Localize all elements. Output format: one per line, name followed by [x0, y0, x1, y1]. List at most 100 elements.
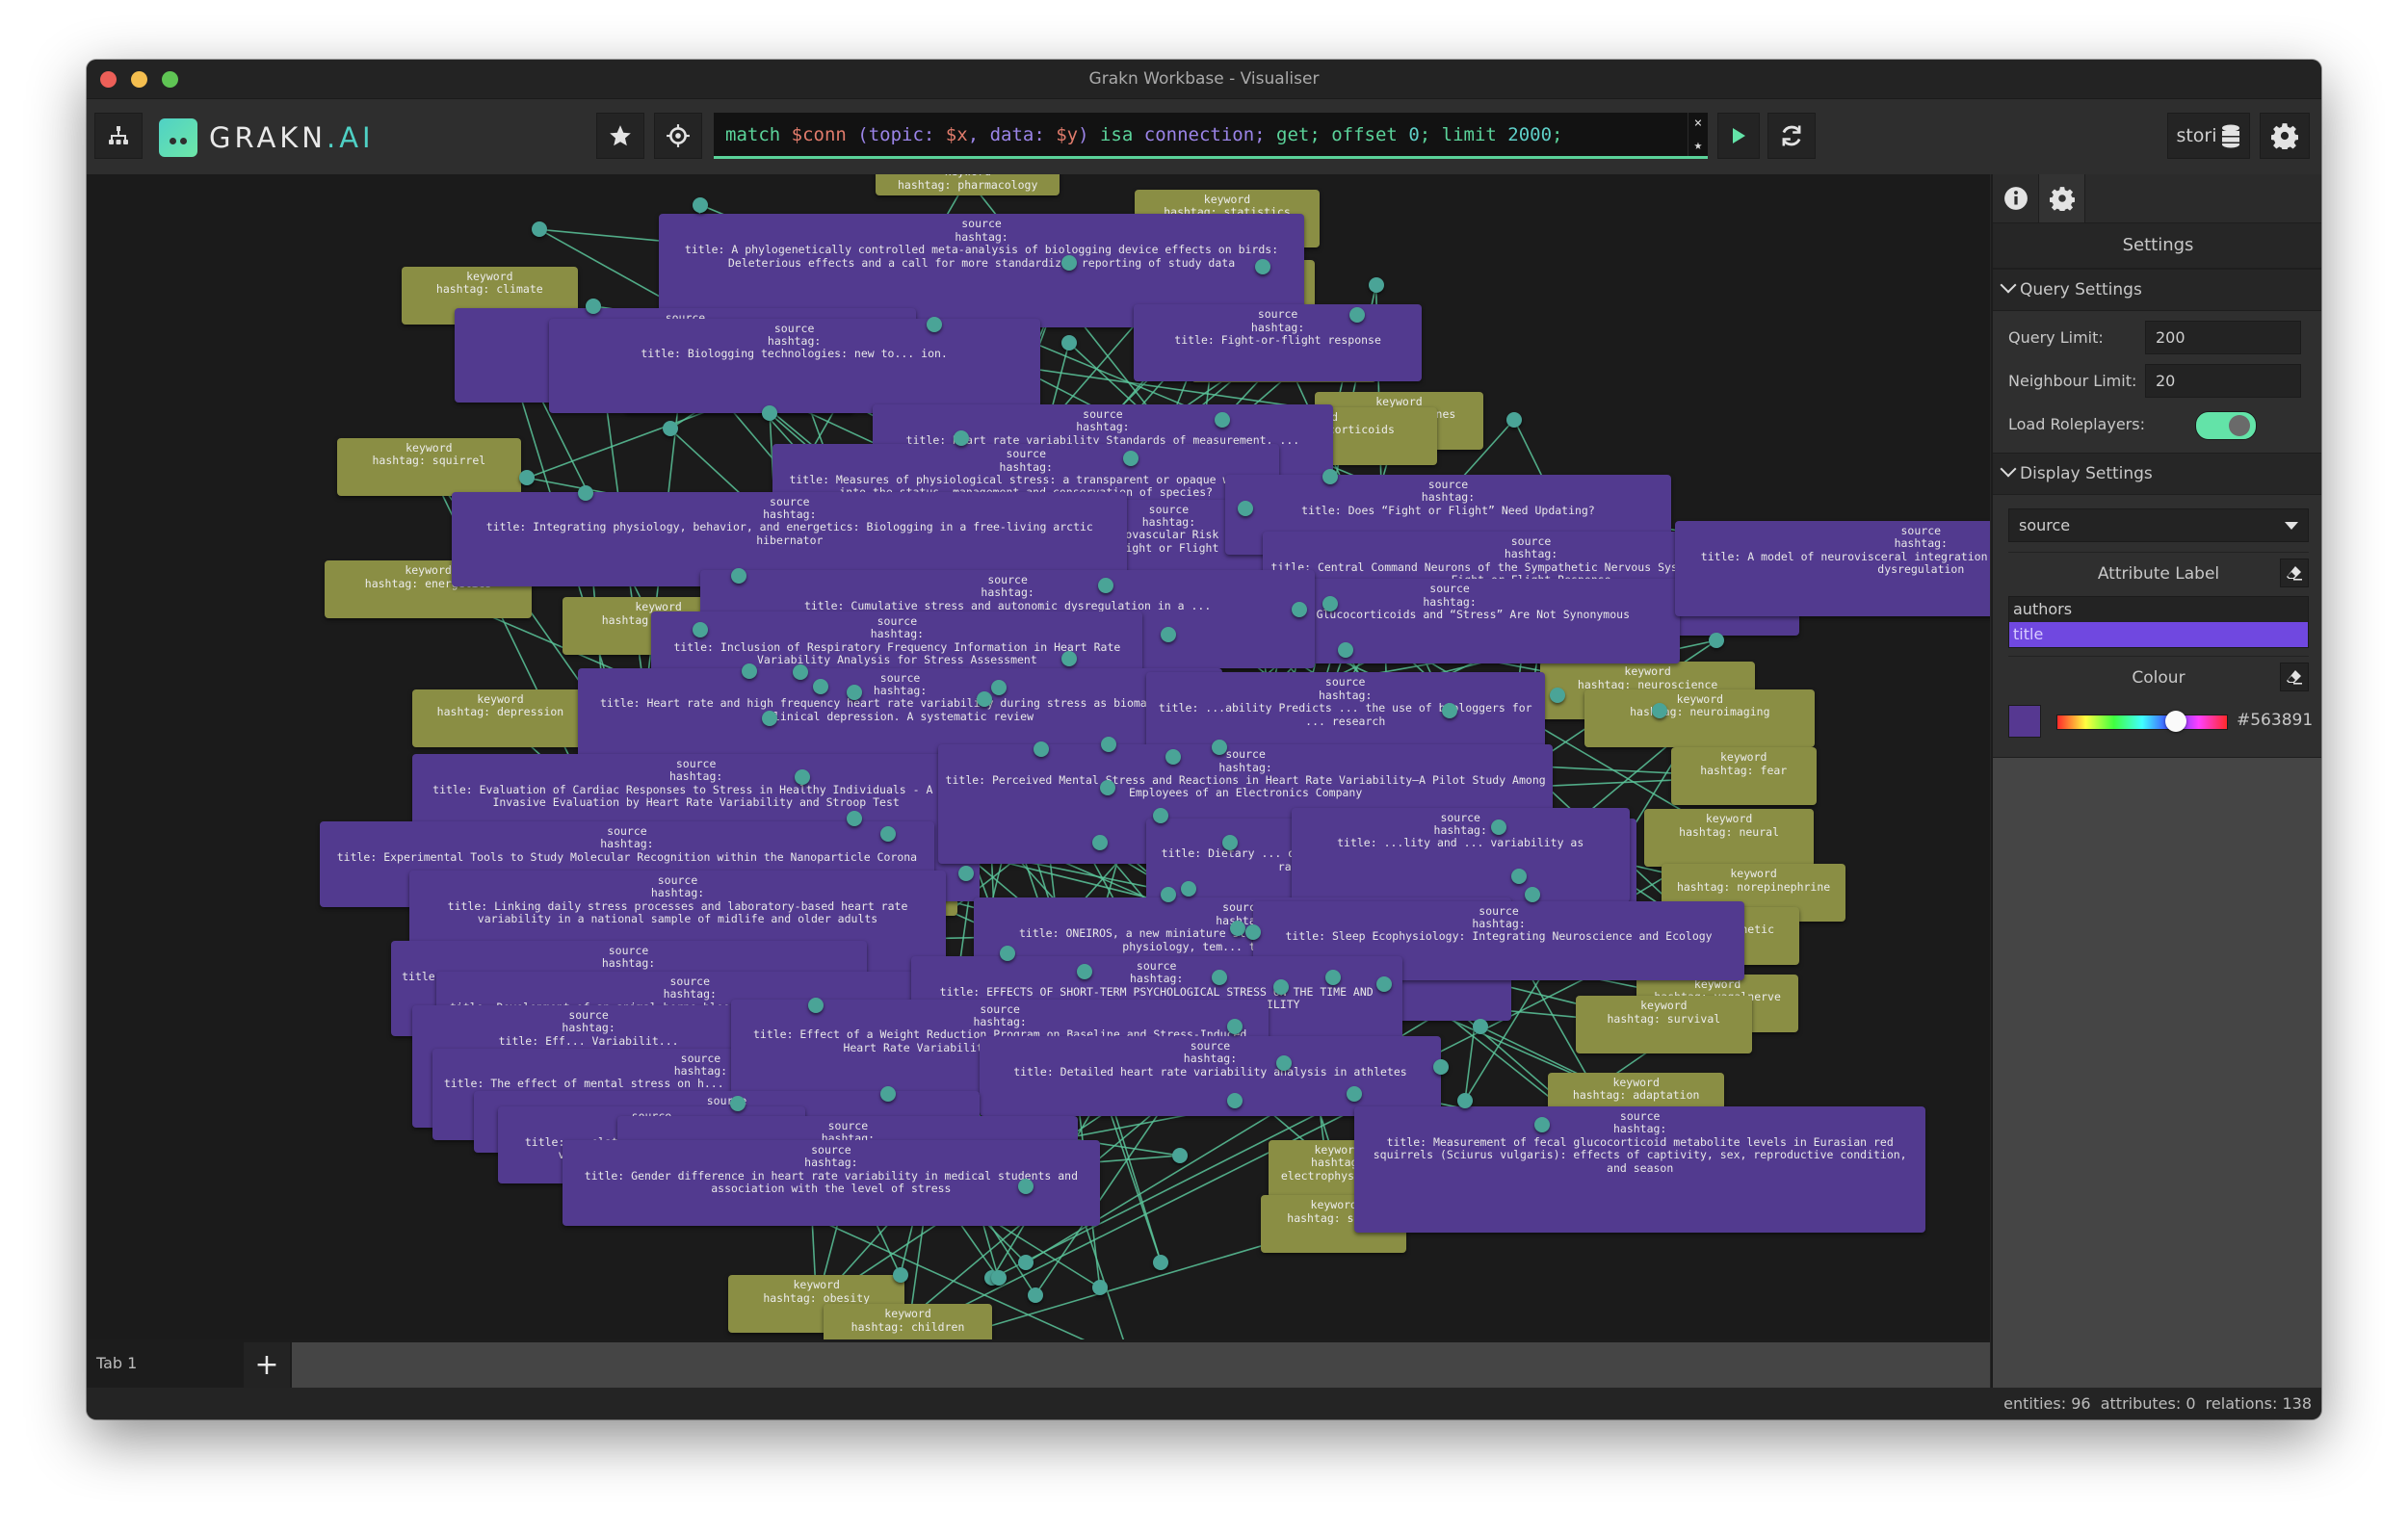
connection-relation-node[interactable]: [1091, 1279, 1108, 1295]
connection-relation-node[interactable]: [1245, 923, 1262, 940]
neighbour-limit-input[interactable]: 20: [2145, 364, 2301, 398]
source-node[interactable]: source hashtag: title: Biologging technolo…: [548, 318, 1040, 414]
connection-relation-node[interactable]: [1254, 258, 1270, 274]
type-select[interactable]: source: [2008, 508, 2309, 542]
connection-relation-node[interactable]: [958, 866, 975, 881]
connection-relation-node[interactable]: [1549, 688, 1565, 704]
connection-relation-node[interactable]: [1099, 779, 1115, 795]
connection-relation-node[interactable]: [977, 690, 993, 707]
connection-relation-node[interactable]: [807, 997, 824, 1013]
connection-relation-node[interactable]: [1161, 626, 1177, 642]
keyword-node[interactable]: keyword hashtag: fear: [1670, 747, 1817, 806]
node-hashtag-label: hashtag:: [873, 684, 928, 698]
colour-swatch[interactable]: [2008, 705, 2041, 738]
connection-relation-node[interactable]: [794, 768, 810, 785]
display-settings-toggle[interactable]: Display Settings: [1993, 453, 2321, 495]
connection-relation-node[interactable]: [892, 1267, 908, 1284]
graph-canvas[interactable]: keywordhashtag: pharmacology keywordhasht…: [87, 174, 1990, 1339]
tab-settings[interactable]: [2039, 174, 2085, 222]
connection-relation-node[interactable]: [1510, 869, 1527, 885]
connection-relation-node[interactable]: [1375, 975, 1392, 992]
query-editor[interactable]: match $conn (topic: $x, data: $y) isa co…: [714, 113, 1708, 159]
keyword-node[interactable]: keyword hashtag: depression: [411, 689, 589, 747]
connection-relation-node[interactable]: [1000, 945, 1016, 961]
add-favourite-icon[interactable]: ★: [1694, 138, 1702, 153]
connection-relation-node[interactable]: [926, 317, 942, 333]
connection-relation-node[interactable]: [990, 680, 1007, 696]
attribute-option-title[interactable]: title: [2009, 622, 2308, 647]
connection-relation-node[interactable]: [1027, 1287, 1043, 1303]
connection-relation-node[interactable]: [846, 810, 862, 826]
source-node[interactable]: source hashtag: title: Detailed heart rate…: [980, 1035, 1441, 1116]
source-node[interactable]: source hashtag: title: A model of neurovis…: [1675, 520, 1990, 616]
tab-info[interactable]: [1993, 174, 2039, 222]
connection-relation-node[interactable]: [1018, 1178, 1034, 1194]
favourite-queries-button[interactable]: [596, 113, 644, 159]
connection-relation-node[interactable]: [1533, 1117, 1550, 1133]
connection-relation-node[interactable]: [1181, 880, 1197, 897]
node-attribute-label: hashtag: survival: [1607, 1011, 1721, 1026]
schema-design-button[interactable]: [94, 113, 143, 159]
keyword-node[interactable]: keyword hashtag: neuroimaging: [1584, 689, 1816, 747]
connection-relation-node[interactable]: [662, 421, 678, 437]
connection-relation-node[interactable]: [1060, 651, 1077, 667]
connection-relation-node[interactable]: [1432, 1058, 1449, 1075]
clear-attribute-label-button[interactable]: [2280, 559, 2309, 587]
source-node[interactable]: source hashtag: title: ...lity and ... var…: [1291, 807, 1630, 903]
keyword-node[interactable]: keyword hashtag: neural: [1644, 809, 1814, 868]
node-title-label: title: Detailed heart rate variability a…: [1013, 1064, 1407, 1079]
connection-relation-node[interactable]: [577, 485, 593, 502]
connection-relation-node[interactable]: [1226, 1092, 1243, 1108]
hue-slider-handle[interactable]: [2165, 711, 2187, 732]
node-title-label: title: Fight-or-flight response: [1174, 333, 1381, 348]
panel-empty-area: [1993, 758, 2321, 1388]
connection-relation-node[interactable]: [1457, 1092, 1473, 1108]
preferences-button[interactable]: [2260, 113, 2310, 159]
connection-relation-node[interactable]: [585, 298, 601, 314]
keyspace-selector[interactable]: stori: [2167, 113, 2250, 159]
run-query-button[interactable]: [1717, 113, 1760, 159]
connection-relation-node[interactable]: [1368, 276, 1384, 293]
connection-relation-node[interactable]: [1337, 641, 1353, 658]
connection-relation-node[interactable]: [1291, 602, 1307, 618]
types-panel-button[interactable]: [654, 113, 702, 159]
connection-relation-node[interactable]: [1215, 411, 1231, 428]
connection-relation-node[interactable]: [1122, 450, 1139, 466]
connection-relation-node[interactable]: [1506, 411, 1522, 428]
query-limit-input[interactable]: 200: [2145, 321, 2301, 354]
clear-graph-button[interactable]: [1767, 113, 1816, 159]
clear-query-icon[interactable]: ×: [1694, 116, 1702, 131]
connection-relation-node[interactable]: [990, 1270, 1007, 1287]
connection-relation-node[interactable]: [1153, 807, 1169, 823]
source-node[interactable]: source hashtag: title: Measurement of feca…: [1354, 1106, 1926, 1233]
connection-relation-node[interactable]: [879, 825, 896, 842]
query-settings-toggle[interactable]: Query Settings: [1993, 269, 2321, 311]
attribute-option-authors[interactable]: authors: [2009, 597, 2308, 622]
play-icon: [1733, 128, 1745, 143]
connection-relation-node[interactable]: [812, 678, 828, 694]
connection-relation-node[interactable]: [1322, 595, 1338, 611]
load-roleplayers-toggle[interactable]: [2195, 411, 2257, 440]
clear-colour-button[interactable]: [2280, 663, 2309, 691]
connection-relation-node[interactable]: [1091, 835, 1108, 851]
panel-tabs: [1993, 174, 2321, 223]
connection-relation-node[interactable]: [1272, 978, 1289, 995]
connection-relation-node[interactable]: [1322, 468, 1338, 484]
hue-slider[interactable]: [2056, 711, 2228, 732]
node-type-label: source: [987, 572, 1028, 586]
tab-1[interactable]: Tab 1: [87, 1339, 243, 1388]
connection-relation-node[interactable]: [1098, 577, 1114, 593]
query-text[interactable]: match $conn (topic: $x, data: $y) isa co…: [725, 124, 1563, 145]
source-node[interactable]: source hashtag: title: Fight-or-flight res…: [1133, 304, 1423, 381]
add-tab-button[interactable]: +: [244, 1342, 290, 1388]
connection-relation-node[interactable]: [729, 1095, 746, 1111]
keyword-node[interactable]: keywordhashtag: pharmacology: [876, 174, 1060, 196]
connection-relation-node[interactable]: [1076, 963, 1092, 979]
connection-relation-node[interactable]: [846, 685, 862, 701]
keyword-node[interactable]: keyword hashtag: children: [823, 1304, 993, 1339]
connection-relation-node[interactable]: [1060, 335, 1077, 351]
connection-relation-node[interactable]: [1171, 1147, 1188, 1163]
keyword-node[interactable]: keyword hashtag: survival: [1575, 996, 1752, 1054]
connection-relation-node[interactable]: [879, 1086, 896, 1103]
keyword-node[interactable]: keyword hashtag: squirrel: [336, 437, 521, 496]
